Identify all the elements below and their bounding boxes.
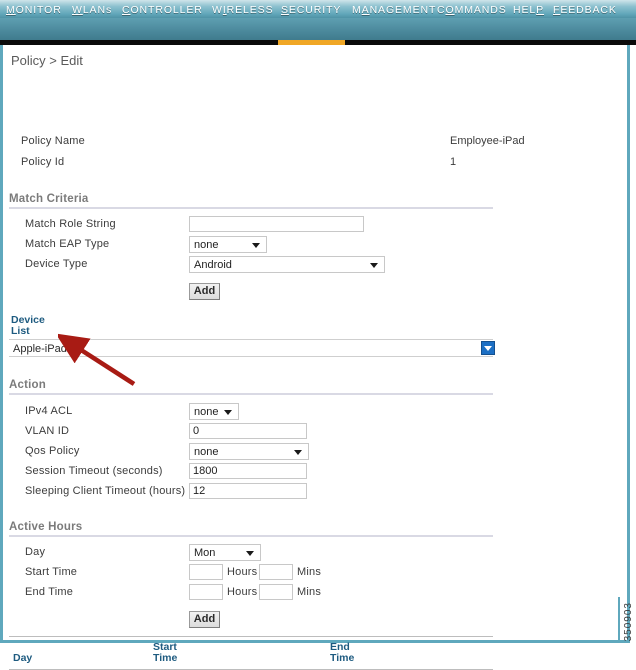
- match-criteria-add-button[interactable]: Add: [189, 283, 220, 300]
- match-role-string-input[interactable]: [189, 216, 364, 232]
- label-device-type: Device Type: [25, 258, 88, 270]
- column-header-day: Day: [13, 652, 33, 664]
- match-eap-type-select[interactable]: none: [189, 236, 267, 253]
- page-title: Policy > Edit: [11, 53, 83, 68]
- label-match-role-string: Match Role String: [25, 218, 116, 230]
- nav-item-feedback[interactable]: FEEDBACK: [553, 4, 617, 16]
- content-frame: Policy > Edit Policy Name Employee-iPad Po…: [0, 45, 630, 670]
- value-policy-id: 1: [450, 156, 457, 168]
- column-header-end-time: End Time: [330, 641, 355, 664]
- main-navbar: [0, 18, 636, 40]
- section-rule-action: [9, 393, 493, 395]
- start-time-hours-unit: Hours: [227, 566, 258, 578]
- nav-item-wireless[interactable]: WIRELESS: [212, 4, 273, 16]
- device-list-selected-value: Apple-iPad: [13, 343, 67, 355]
- chevron-down-icon: [224, 410, 232, 415]
- label-vlan-id: VLAN ID: [25, 425, 70, 437]
- qos-policy-select[interactable]: none: [189, 443, 309, 460]
- active-hours-add-button[interactable]: Add: [189, 611, 220, 628]
- results-table-top-rule: [9, 636, 493, 637]
- session-timeout-seconds-input[interactable]: 1800: [189, 463, 307, 479]
- chevron-down-icon: [252, 243, 260, 248]
- watermark-id: 350903: [623, 601, 634, 641]
- day-select-value: Mon: [194, 547, 216, 559]
- end-time-mins-input[interactable]: [259, 584, 293, 600]
- nav-item-controller[interactable]: CONTROLLER: [122, 4, 203, 16]
- device-list-label: Device List: [11, 314, 45, 337]
- watermark-rule: [618, 597, 620, 641]
- ipv4-acl-select[interactable]: none: [189, 403, 239, 420]
- vlan-id-input[interactable]: 0: [189, 423, 307, 439]
- device-list-box[interactable]: [9, 339, 493, 357]
- nav-item-monitor[interactable]: MONITOR: [6, 4, 62, 16]
- label-policy-id: Policy Id: [21, 156, 65, 168]
- section-rule-match-criteria: [9, 207, 493, 209]
- section-header-action: Action: [9, 379, 46, 391]
- chevron-down-icon: [294, 450, 302, 455]
- label-qos-policy: Qos Policy: [25, 445, 80, 457]
- chevron-down-icon: [370, 263, 378, 268]
- day-select[interactable]: Mon: [189, 544, 261, 561]
- column-header-start-time: Start Time: [153, 641, 178, 664]
- end-time-mins-unit: Mins: [297, 586, 322, 598]
- qos-policy-select-value: none: [194, 446, 219, 458]
- chevron-down-icon[interactable]: [481, 341, 495, 355]
- chevron-down-icon: [246, 551, 254, 556]
- nav-item-management[interactable]: MANAGEMENT: [352, 4, 436, 16]
- device-type-select[interactable]: Android: [189, 256, 385, 273]
- nav-item-commands[interactable]: COMMANDS: [437, 4, 507, 16]
- device-type-select-value: Android: [194, 259, 232, 271]
- start-time-mins-input[interactable]: [259, 564, 293, 580]
- nav-item-security[interactable]: SECURITY: [281, 4, 341, 16]
- section-header-match-criteria: Match Criteria: [9, 193, 89, 205]
- section-header-active-hours: Active Hours: [9, 521, 83, 533]
- nav-item-wlans[interactable]: WLANs: [72, 4, 112, 16]
- label-policy-name: Policy Name: [21, 135, 85, 147]
- end-time-hours-unit: Hours: [227, 586, 258, 598]
- label-day: Day: [25, 546, 46, 558]
- ipv4-acl-select-value: none: [194, 406, 219, 418]
- label-sleeping-client-timeout-hours: Sleeping Client Timeout (hours): [25, 485, 186, 497]
- end-time-hours-input[interactable]: [189, 584, 223, 600]
- start-time-hours-input[interactable]: [189, 564, 223, 580]
- sleeping-client-timeout-hours-input[interactable]: 12: [189, 483, 307, 499]
- label-session-timeout-seconds: Session Timeout (seconds): [25, 465, 163, 477]
- match-eap-type-select-value: none: [194, 239, 219, 251]
- label-match-eap-type: Match EAP Type: [25, 238, 110, 250]
- nav-item-help[interactable]: HELP: [513, 4, 544, 16]
- label-end-time: End Time: [25, 586, 74, 598]
- start-time-mins-unit: Mins: [297, 566, 322, 578]
- label-ipv4-acl: IPv4 ACL: [25, 405, 73, 417]
- chevron-down-glyph: [484, 346, 492, 351]
- label-start-time: Start Time: [25, 566, 78, 578]
- value-policy-name: Employee-iPad: [450, 135, 525, 147]
- section-rule-active-hours: [9, 535, 493, 537]
